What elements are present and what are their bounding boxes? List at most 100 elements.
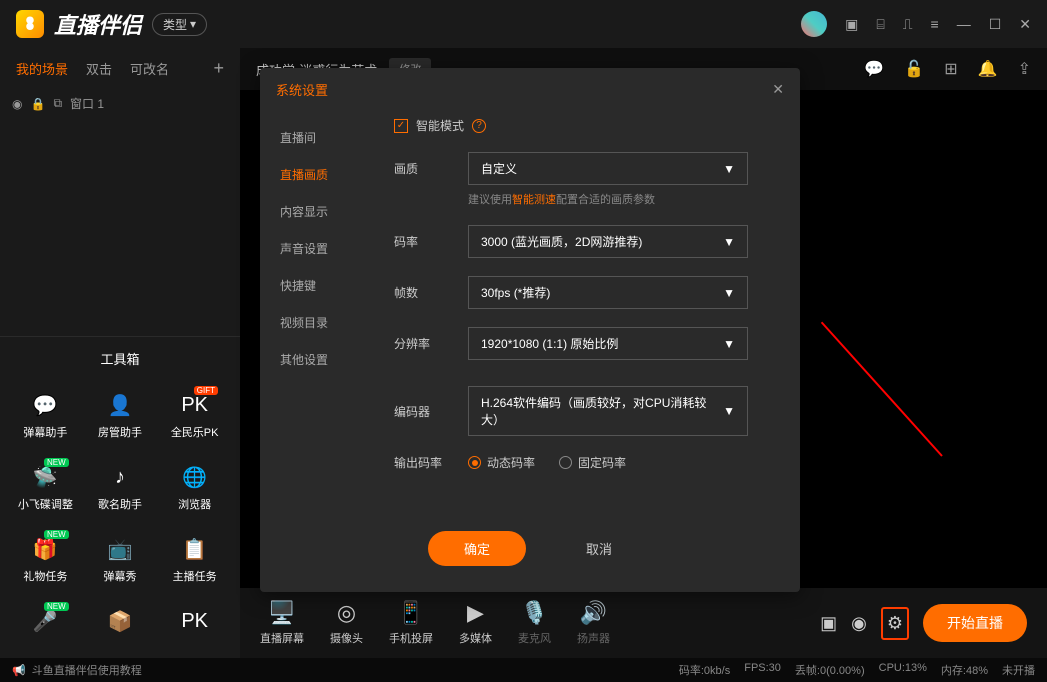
modal-nav: 直播间 直播画质 内容显示 声音设置 快捷键 视频目录 其他设置 [260,111,370,509]
nav-audio[interactable]: 声音设置 [260,230,370,267]
window-icon: ⧉ [53,96,62,111]
menu-icon[interactable]: ≡ [931,16,939,32]
gear-icon[interactable]: ⚙ [887,613,903,633]
notice-icon: 📢 [12,664,26,677]
tool-room-manager[interactable]: 👤房管助手 [83,380,158,452]
sb-status: 未开播 [1002,662,1035,678]
nav-other[interactable]: 其他设置 [260,341,370,378]
resolution-select[interactable]: 1920*1080 (1:1) 原始比例▼ [468,327,748,360]
share-icon[interactable]: ⇪ [1018,59,1031,79]
app-logo-icon [16,10,44,38]
app-title: 直播伴侣 [54,8,142,40]
nav-room[interactable]: 直播间 [260,119,370,156]
layout-icon[interactable]: ⊞ [944,59,957,79]
record-icon[interactable]: ▣ [820,613,837,634]
bt-multimedia[interactable]: ▶多媒体 [459,600,492,646]
bt-camera[interactable]: ◎摄像头 [330,600,363,646]
tool-mic[interactable]: NEW🎤 [8,596,83,646]
smart-mode-checkbox[interactable]: ✓ [394,119,408,133]
source-label: 窗口 1 [70,95,104,112]
nav-hotkey[interactable]: 快捷键 [260,267,370,304]
tool-browser[interactable]: 🌐浏览器 [157,452,232,524]
speed-test-link[interactable]: 智能测速 [512,194,556,206]
scene-tabs: 我的场景 双击 可改名 + [0,48,240,89]
bt-mic[interactable]: 🎙️麦克风 [518,600,551,646]
smart-mode-label: 智能模式 [416,117,464,134]
radio-dynamic[interactable]: 动态码率 [468,454,535,471]
tool-gift-task[interactable]: NEW🎁礼物任务 [8,524,83,596]
quality-select[interactable]: 自定义▼ [468,152,748,185]
quality-hint: 建议使用智能测速配置合适的画质参数 [468,191,776,207]
monitor-icon[interactable]: ⌸ [876,16,884,33]
add-scene-button[interactable]: + [213,58,224,79]
unlock-icon[interactable]: 🔓 [904,59,924,79]
screen-icon[interactable]: ▣ [845,16,858,33]
modal-title: 系统设置 [276,80,328,99]
bt-mobile-cast[interactable]: 📱手机投屏 [389,600,433,646]
fps-select[interactable]: 30fps (*推荐)▼ [468,276,748,309]
fps-label: 帧数 [394,284,450,301]
encoder-label: 编码器 [394,403,450,420]
maximize-icon[interactable]: ☐ [989,16,1002,33]
tool-pk2[interactable]: PK [157,596,232,646]
tab-rename[interactable]: 可改名 [130,59,169,78]
chevron-down-icon: ▼ [723,286,735,300]
toolbox-header: 工具箱 [0,336,240,380]
chevron-down-icon: ▼ [723,404,735,418]
bottom-toolbar: 🖥️直播屏幕 ◎摄像头 📱手机投屏 ▶多媒体 🎙️麦克风 🔊扬声器 ▣ ◉ ⚙ … [240,588,1047,658]
tab-doubleclick[interactable]: 双击 [86,59,112,78]
tab-my-scene[interactable]: 我的场景 [16,59,68,78]
avatar[interactable] [801,11,827,37]
cancel-button[interactable]: 取消 [566,531,632,566]
tutorial-link[interactable]: 斗鱼直播伴侣使用教程 [32,662,142,678]
tool-anchor-task[interactable]: 📋主播任务 [157,524,232,596]
sb-mem: 内存:48% [941,662,988,678]
tool-ufo[interactable]: NEW🛸小飞碟调整 [8,452,83,524]
tool-danmu-helper[interactable]: 💬弹幕助手 [8,380,83,452]
chevron-down-icon: ▼ [723,337,735,351]
encoder-select[interactable]: H.264软件编码（画质较好，对CPU消耗较大）▼ [468,386,748,436]
bt-speaker[interactable]: 🔊扬声器 [577,600,610,646]
shirt-icon[interactable]: ⎍ [903,16,913,33]
quality-label: 画质 [394,160,450,177]
bitrate-select[interactable]: 3000 (蓝光画质，2D网游推荐)▼ [468,225,748,258]
resolution-label: 分辨率 [394,335,450,352]
source-item[interactable]: ◉ 🔒 ⧉ 窗口 1 [0,89,240,118]
ok-button[interactable]: 确定 [428,531,526,566]
nav-video-dir[interactable]: 视频目录 [260,304,370,341]
sb-bitrate: 码率:0kb/s [679,662,730,678]
close-icon[interactable]: ✕ [1019,16,1031,33]
visibility-icon[interactable]: ◉ [851,613,867,634]
sb-fps: FPS:30 [744,662,781,678]
start-stream-button[interactable]: 开始直播 [923,604,1027,642]
tool-grid: 💬弹幕助手 👤房管助手 GIFTPK全民乐PK NEW🛸小飞碟调整 ♪歌名助手 … [0,380,240,658]
settings-button-highlight: ⚙ [881,607,909,640]
lock-icon[interactable]: 🔒 [30,97,45,111]
chat-icon[interactable]: 💬 [864,59,884,79]
chevron-down-icon: ▼ [723,162,735,176]
type-dropdown[interactable]: 类型▾ [152,13,207,36]
bt-screen[interactable]: 🖥️直播屏幕 [260,600,304,646]
modal-close-icon[interactable]: ✕ [772,81,784,98]
tool-danmu-show[interactable]: 📺弹幕秀 [83,524,158,596]
titlebar: 直播伴侣 类型▾ ▣ ⌸ ⎍ ≡ — ☐ ✕ [0,0,1047,48]
eye-icon[interactable]: ◉ [12,97,22,111]
titlebar-right: ▣ ⌸ ⎍ ≡ — ☐ ✕ [801,11,1031,37]
radio-fixed[interactable]: 固定码率 [559,454,626,471]
tool-song-helper[interactable]: ♪歌名助手 [83,452,158,524]
settings-modal: 系统设置 ✕ 直播间 直播画质 内容显示 声音设置 快捷键 视频目录 其他设置 … [260,68,800,592]
help-icon[interactable]: ? [472,119,486,133]
output-bitrate-label: 输出码率 [394,454,450,471]
sb-drop: 丢帧:0(0.00%) [795,662,865,678]
modal-content: ✓ 智能模式 ? 画质 自定义▼ 建议使用智能测速配置合适的画质参数 码率 30… [370,111,800,509]
tool-pk[interactable]: GIFTPK全民乐PK [157,380,232,452]
nav-display[interactable]: 内容显示 [260,193,370,230]
statusbar: 📢 斗鱼直播伴侣使用教程 码率:0kb/s FPS:30 丢帧:0(0.00%)… [0,658,1047,682]
chevron-down-icon: ▼ [723,235,735,249]
tool-box[interactable]: 📦 [83,596,158,646]
minimize-icon[interactable]: — [957,16,971,32]
bell-icon[interactable]: 🔔 [978,59,998,79]
nav-quality[interactable]: 直播画质 [260,156,370,193]
titlebar-left: 直播伴侣 类型▾ [16,8,207,40]
sidebar: 我的场景 双击 可改名 + ◉ 🔒 ⧉ 窗口 1 工具箱 💬弹幕助手 👤房管助手… [0,48,240,658]
